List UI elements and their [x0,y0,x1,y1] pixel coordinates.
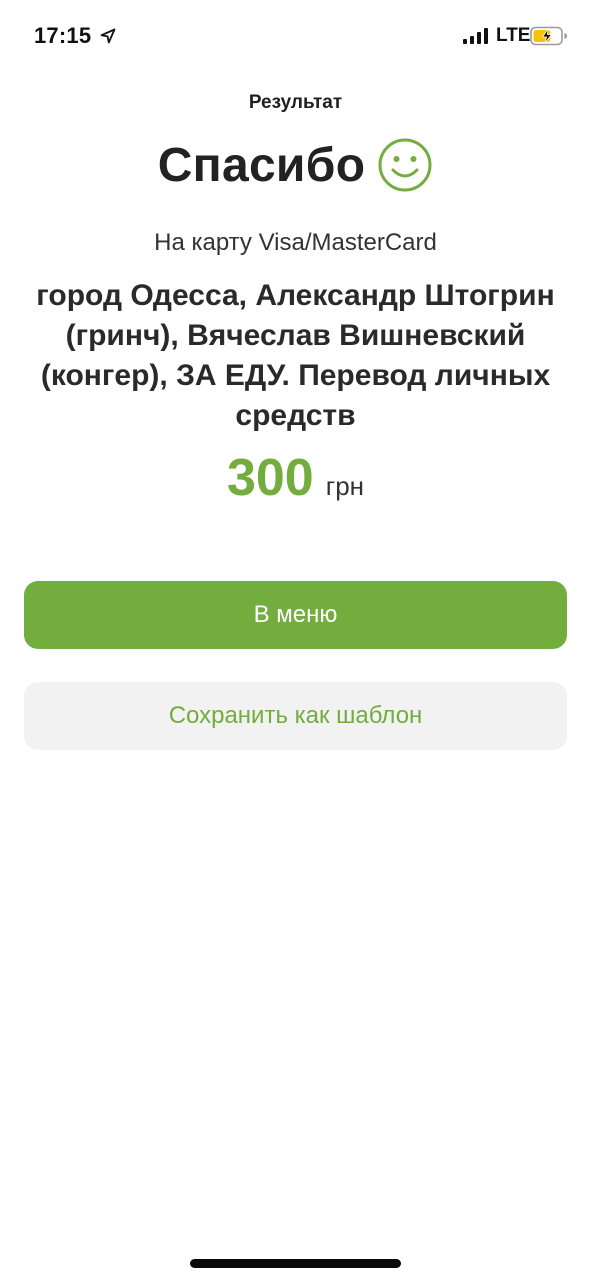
status-time: 17:15 [34,23,92,48]
home-indicator[interactable] [190,1259,401,1268]
smile-icon [378,138,432,192]
payment-result-screen: 17:15 LTE Результат Спасибо На карту Vis… [0,0,591,1280]
thanks-heading: Спасибо [0,132,591,198]
status-bar: 17:15 LTE [0,0,591,72]
page-title: Результат [248,92,343,113]
menu-button[interactable]: В меню [24,581,567,649]
battery-charging-icon [530,26,567,46]
save-template-button[interactable]: Сохранить как шаблон [24,682,567,750]
amount-value: 300 [226,449,314,507]
payment-description: город Одесса, Александр Штогрин (гринч),… [36,279,555,432]
amount-currency: грн [325,471,365,501]
thanks-text: Спасибо [157,138,366,192]
location-arrow-icon [100,28,116,44]
network-type-label: LTE [496,25,531,46]
card-type-label: На карту Visa/MasterCard [154,229,437,256]
payment-amount: 300 грн [0,448,591,512]
signal-bars-icon [463,28,488,44]
